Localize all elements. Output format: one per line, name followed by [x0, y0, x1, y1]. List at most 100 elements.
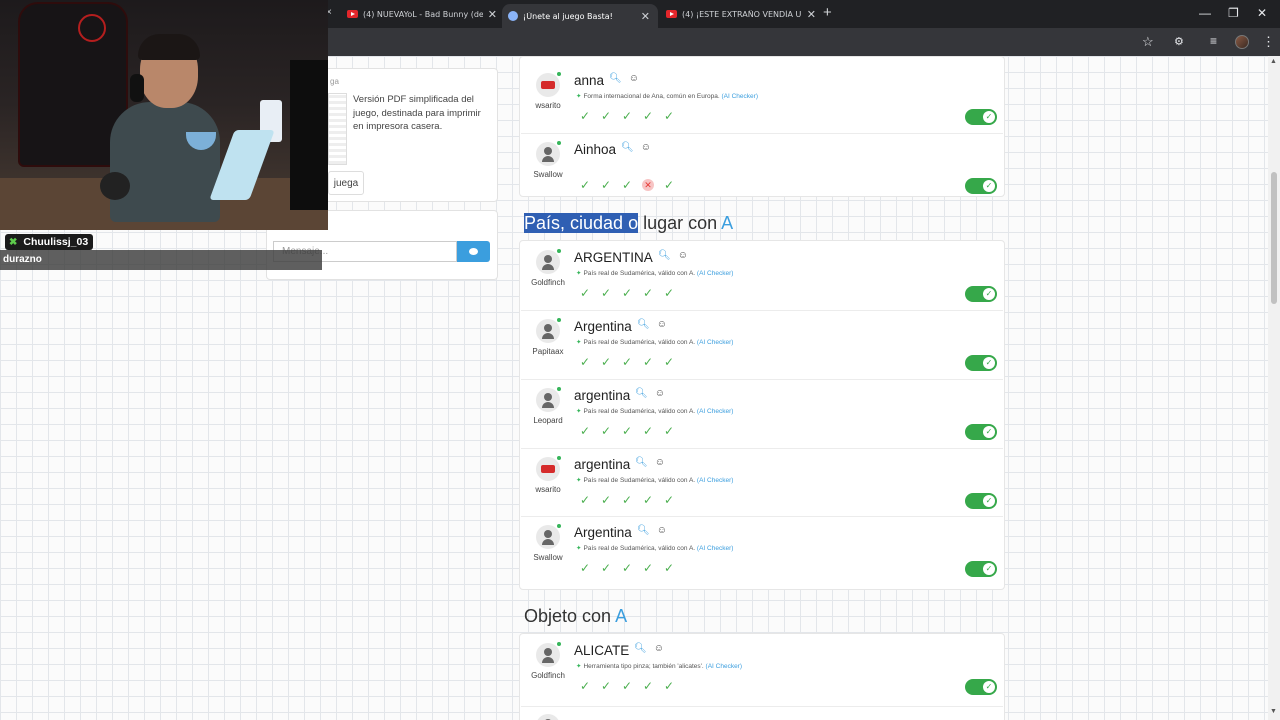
menu-icon[interactable]: ⋮	[1262, 34, 1275, 50]
media-control-icon[interactable]: ≡	[1210, 34, 1217, 48]
answer-actions[interactable]: 🔍︎ ☺	[609, 73, 639, 84]
vote-approve-icon[interactable]: ✓	[663, 562, 675, 574]
profile-avatar[interactable]	[1235, 35, 1249, 49]
emoji-react-icon[interactable]: ☺	[678, 250, 688, 261]
vote-reject-icon[interactable]: ✕	[642, 179, 654, 191]
pdf-thumbnail[interactable]	[328, 93, 347, 165]
valid-toggle[interactable]	[965, 493, 997, 509]
vote-approve-icon[interactable]: ✓	[621, 179, 633, 191]
vote-approve-icon[interactable]: ✓	[579, 287, 591, 299]
vote-approve-icon[interactable]: ✓	[642, 680, 654, 692]
tab-bad-bunny[interactable]: (4) NUEVAYoL - Bad Bunny (de... ✕	[347, 4, 497, 24]
search-icon[interactable]: 🔍︎	[621, 142, 634, 153]
emoji-react-icon[interactable]: ☺	[654, 643, 664, 654]
vote-approve-icon[interactable]: ✓	[600, 179, 612, 191]
ai-checker-link[interactable]: (AI Checker)	[697, 545, 733, 552]
search-icon[interactable]: 🔍︎	[658, 250, 671, 261]
search-icon[interactable]: 🔍︎	[637, 525, 650, 536]
answer-actions[interactable]: 🔍︎ ☺	[658, 250, 688, 261]
vote-approve-icon[interactable]: ✓	[642, 562, 654, 574]
ai-checker-link[interactable]: (AI Checker)	[706, 663, 742, 670]
close-window-button[interactable]: ✕	[1257, 6, 1267, 20]
vote-approve-icon[interactable]: ✓	[642, 287, 654, 299]
vote-approve-icon[interactable]: ✓	[663, 680, 675, 692]
emoji-react-icon[interactable]: ☺	[657, 319, 667, 330]
emoji-react-icon[interactable]: ☺	[655, 457, 665, 468]
valid-toggle[interactable]	[965, 679, 997, 695]
vote-approve-icon[interactable]: ✓	[579, 425, 591, 437]
vote-approve-icon[interactable]: ✓	[663, 287, 675, 299]
valid-toggle[interactable]	[965, 424, 997, 440]
search-icon[interactable]: 🔍︎	[634, 643, 647, 654]
vote-approve-icon[interactable]: ✓	[621, 356, 633, 368]
answer-actions[interactable]: 🔍︎ ☺	[621, 142, 651, 153]
juega-button[interactable]: juega	[328, 171, 364, 195]
close-tab-icon[interactable]: ✕	[641, 10, 650, 23]
vote-approve-icon[interactable]: ✓	[600, 680, 612, 692]
vote-approve-icon[interactable]: ✓	[600, 425, 612, 437]
vote-approve-icon[interactable]: ✓	[663, 356, 675, 368]
scrollbar[interactable]	[1268, 56, 1280, 720]
vote-approve-icon[interactable]: ✓	[621, 680, 633, 692]
ai-checker-link[interactable]: (AI Checker)	[722, 93, 758, 100]
tab-extrano[interactable]: (4) ¡ESTE EXTRAÑO VENDÍA UN... ✕	[666, 4, 816, 24]
send-message-button[interactable]	[457, 241, 490, 262]
scroll-thumb[interactable]	[1271, 172, 1277, 304]
vote-approve-icon[interactable]: ✓	[621, 110, 633, 122]
vote-approve-icon[interactable]: ✓	[600, 356, 612, 368]
vote-approve-icon[interactable]: ✓	[642, 110, 654, 122]
search-icon[interactable]: 🔍︎	[637, 319, 650, 330]
ai-checker-link[interactable]: (AI Checker)	[697, 408, 733, 415]
vote-approve-icon[interactable]: ✓	[579, 680, 591, 692]
answer-actions[interactable]: 🔍︎ ☺	[635, 388, 665, 399]
extension-icon[interactable]: ⚙	[1174, 35, 1184, 48]
vote-approve-icon[interactable]: ✓	[600, 494, 612, 506]
star-icon[interactable]: ☆	[1142, 34, 1154, 50]
emoji-react-icon[interactable]: ☺	[657, 525, 667, 536]
vote-approve-icon[interactable]: ✓	[600, 287, 612, 299]
vote-approve-icon[interactable]: ✓	[642, 356, 654, 368]
vote-approve-icon[interactable]: ✓	[579, 356, 591, 368]
vote-approve-icon[interactable]: ✓	[642, 494, 654, 506]
vote-approve-icon[interactable]: ✓	[579, 179, 591, 191]
scroll-down-icon[interactable]: ▼	[1270, 708, 1277, 715]
vote-approve-icon[interactable]: ✓	[600, 110, 612, 122]
close-tab-icon[interactable]: ✕	[488, 8, 497, 21]
answer-actions[interactable]: 🔍︎ ☺	[634, 643, 664, 654]
vote-approve-icon[interactable]: ✓	[663, 494, 675, 506]
vote-approve-icon[interactable]: ✓	[663, 425, 675, 437]
valid-toggle[interactable]	[965, 355, 997, 371]
vote-approve-icon[interactable]: ✓	[663, 110, 675, 122]
tab-basta[interactable]: ¡Únete al juego Basta! ✕	[502, 4, 658, 28]
answer-actions[interactable]: 🔍︎ ☺	[637, 319, 667, 330]
search-icon[interactable]: 🔍︎	[635, 388, 648, 399]
scroll-up-icon[interactable]: ▲	[1270, 58, 1277, 65]
valid-toggle[interactable]	[965, 561, 997, 577]
vote-approve-icon[interactable]: ✓	[663, 179, 675, 191]
vote-approve-icon[interactable]: ✓	[621, 425, 633, 437]
vote-approve-icon[interactable]: ✓	[621, 494, 633, 506]
emoji-react-icon[interactable]: ☺	[629, 73, 639, 84]
vote-approve-icon[interactable]: ✓	[600, 562, 612, 574]
ai-checker-link[interactable]: (AI Checker)	[697, 477, 733, 484]
vote-approve-icon[interactable]: ✓	[579, 110, 591, 122]
vote-approve-icon[interactable]: ✓	[579, 494, 591, 506]
valid-toggle[interactable]	[965, 286, 997, 302]
vote-approve-icon[interactable]: ✓	[621, 562, 633, 574]
answer-actions[interactable]: 🔍︎ ☺	[635, 457, 665, 468]
emoji-react-icon[interactable]: ☺	[655, 388, 665, 399]
emoji-react-icon[interactable]: ☺	[641, 142, 651, 153]
valid-toggle[interactable]	[965, 178, 997, 194]
close-tab-icon[interactable]: ✕	[807, 8, 816, 21]
maximize-button[interactable]: ❐	[1228, 6, 1239, 20]
ai-checker-link[interactable]: (AI Checker)	[697, 270, 733, 277]
vote-approve-icon[interactable]: ✓	[642, 425, 654, 437]
valid-toggle[interactable]	[965, 109, 997, 125]
ai-checker-link[interactable]: (AI Checker)	[697, 339, 733, 346]
search-icon[interactable]: 🔍︎	[635, 457, 648, 468]
new-tab-button[interactable]: +	[823, 4, 832, 21]
minimize-button[interactable]: —	[1199, 6, 1211, 20]
address-bar[interactable]	[328, 28, 1128, 56]
vote-approve-icon[interactable]: ✓	[579, 562, 591, 574]
search-icon[interactable]: 🔍︎	[609, 73, 622, 84]
